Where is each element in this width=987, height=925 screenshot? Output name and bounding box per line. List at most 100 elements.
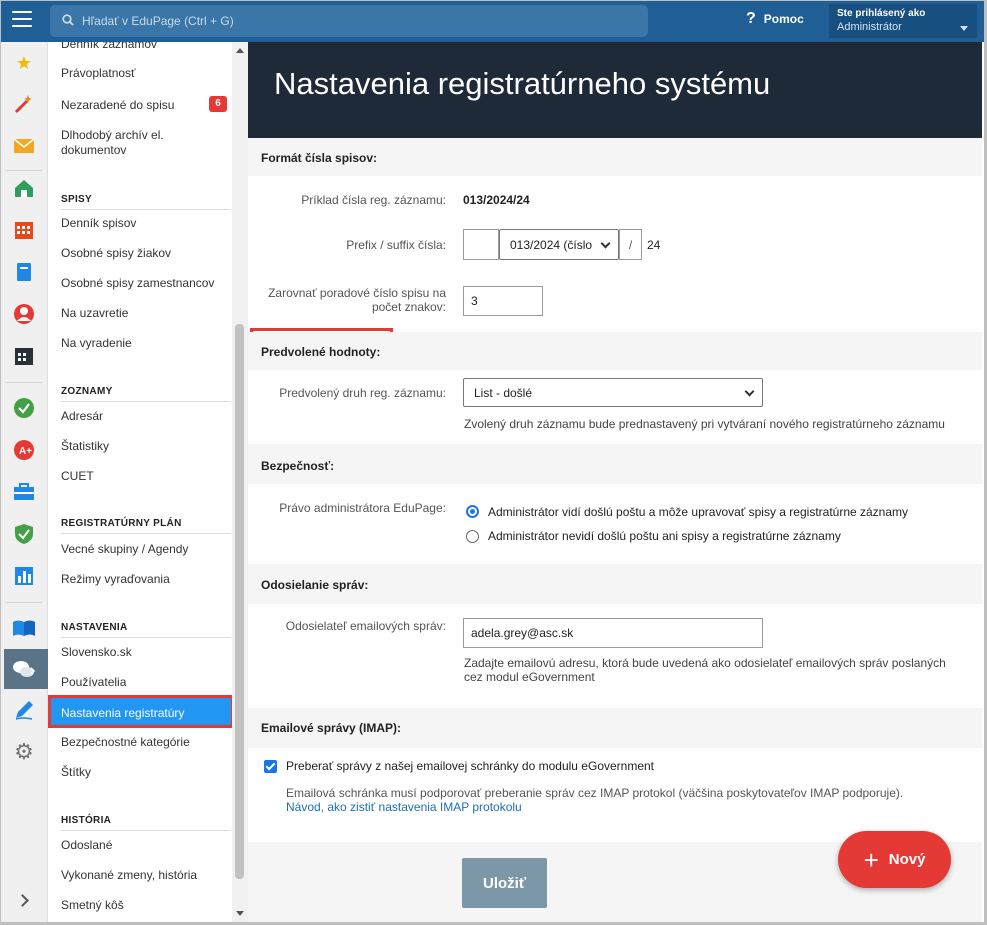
bar-chart-icon[interactable] — [12, 564, 36, 588]
mail-icon[interactable] — [12, 134, 36, 158]
section-sending: Odosielanie správ: — [248, 564, 982, 604]
panel-security: Právo administrátora EduPage: Administrá… — [248, 484, 982, 564]
sidebar-item-label: Nastavenia registratúry — [61, 706, 185, 720]
sidebar-item-pravoplatnost[interactable]: Právoplatnosť — [61, 66, 231, 81]
imap-help-link[interactable]: Návod, ako zistiť nastavenia IMAP protok… — [286, 800, 522, 814]
chat-icon[interactable] — [12, 658, 36, 682]
sidebar-item[interactable]: Na vyradenie — [61, 336, 231, 351]
gear-icon[interactable]: ⚙ — [12, 739, 36, 764]
sidebar-item[interactable]: Na uzavretie — [61, 306, 231, 321]
icon-rail: ★ A+ ⚙ — [0, 42, 48, 925]
help-button[interactable]: ? Pomoc — [746, 10, 804, 28]
sidebar-item[interactable]: Vykonané zmeny, história — [61, 868, 231, 883]
calendar-icon[interactable] — [12, 218, 36, 242]
grade-icon[interactable]: A+ — [12, 438, 36, 462]
shield-icon[interactable] — [12, 522, 36, 546]
section-heading-spisy: SPISY — [61, 194, 231, 210]
section-heading-plan: REGISTRATÚRNY PLÁN — [61, 518, 231, 534]
section-imap: Emailové správy (IMAP): — [248, 708, 982, 748]
default-type-select[interactable]: List - došlé — [463, 378, 763, 407]
number-format-select[interactable]: 013/2024 (číslo — [499, 229, 619, 260]
section-heading-zoznamy: ZOZNAMY — [61, 386, 231, 402]
prefix-input[interactable] — [463, 229, 499, 260]
section-title: Bezpečnosť: — [261, 459, 335, 473]
sidebar-item-nastavenia-registratury[interactable]: Nastavenia registratúry — [48, 695, 234, 728]
sidebar-item-archiv[interactable]: Dlhodobý archív el. dokumentov — [61, 128, 231, 158]
digit-count-input[interactable]: 3 — [463, 286, 543, 316]
sidebar-item[interactable]: Bezpečnostné kategórie — [61, 735, 231, 750]
sidebar-item[interactable]: Denník spisov — [61, 216, 231, 231]
sidebar-item[interactable]: Osobné spisy žiakov — [61, 246, 231, 261]
sidebar-item[interactable]: Slovensko.sk — [61, 645, 231, 660]
magic-wand-icon[interactable] — [12, 92, 36, 116]
pen-icon[interactable] — [12, 698, 36, 722]
select-value: List - došlé — [474, 385, 533, 400]
chevron-down-icon — [744, 386, 755, 396]
svg-text:A+: A+ — [19, 446, 32, 457]
radio-admin-denied[interactable] — [466, 530, 479, 543]
sidebar-item[interactable]: Režimy vyraďovania — [61, 572, 231, 587]
field-label: Prefix / suffix čísla: — [346, 238, 446, 252]
briefcase-icon[interactable] — [12, 480, 36, 504]
new-button[interactable]: + Nový — [838, 831, 951, 888]
field-label: Právo administrátora EduPage: — [279, 501, 446, 515]
suffix-value: 24 — [647, 238, 661, 252]
sender-email-input[interactable]: adela.grey@asc.sk — [463, 618, 763, 648]
open-book-icon[interactable] — [12, 616, 36, 640]
sidebar-item[interactable]: Smetný kôš — [61, 898, 231, 913]
field-label: Odosielateľ emailových správ: — [285, 619, 446, 633]
sidebar-item-nezaradene[interactable]: Nezaradené do spisu — [61, 98, 231, 113]
timetable-icon[interactable] — [12, 344, 36, 368]
user-menu[interactable]: Ste prihlásený ako Administrátor — [829, 4, 977, 38]
search-input[interactable] — [82, 5, 632, 37]
sidebar-item[interactable]: Odoslané — [61, 838, 231, 853]
section-title: Emailové správy (IMAP): — [261, 721, 402, 735]
field-label: Predvolený druh reg. záznamu: — [279, 386, 446, 400]
sidebar-scrollbar[interactable] — [232, 42, 248, 925]
section-defaults: Predvolené hodnoty: — [248, 332, 982, 370]
scroll-thumb[interactable] — [235, 324, 244, 879]
chevron-right-icon[interactable] — [16, 894, 29, 907]
notebook-icon[interactable] — [12, 260, 36, 284]
sidebar-item[interactable]: Adresár — [61, 409, 231, 424]
section-security: Bezpečnosť: — [248, 444, 982, 484]
section-title: Predvolené hodnoty: — [261, 345, 381, 359]
field-label: počet znakov: — [371, 300, 446, 314]
sidebar-item[interactable]: Osobné spisy zamestnancov — [61, 276, 231, 291]
page-title: Nastavenia registratúrneho systému — [274, 66, 771, 101]
imap-note: Emailová schránka musí podporovať preber… — [286, 786, 904, 800]
sidebar-item[interactable]: Používatelia — [61, 675, 231, 690]
home-icon[interactable] — [12, 176, 36, 200]
plus-icon: + — [863, 844, 879, 875]
person-icon[interactable] — [12, 302, 36, 326]
page-header: Nastavenia registratúrneho systému — [248, 42, 982, 138]
sidebar-item[interactable]: CUET — [61, 469, 231, 484]
sidebar-item-dennik-zaznamov[interactable]: Denník záznamov — [61, 42, 231, 52]
menu-icon[interactable] — [12, 11, 32, 27]
chevron-down-icon — [960, 26, 968, 31]
scroll-down-icon[interactable] — [236, 911, 244, 916]
user-role: Administrátor — [837, 21, 902, 33]
section-format: Formát čísla spisov: — [248, 138, 982, 176]
new-button-label: Nový — [888, 851, 926, 868]
field-label: Príklad čísla reg. záznamu: — [301, 193, 446, 207]
scroll-up-icon[interactable] — [236, 48, 244, 53]
panel-sending: Odosielateľ emailových správ: adela.grey… — [248, 604, 982, 708]
sidebar-item[interactable]: Vecné skupiny / Agendy — [61, 542, 231, 557]
radio-admin-allowed[interactable] — [466, 505, 479, 518]
separator-slash: / — [619, 229, 642, 260]
check-circle-icon[interactable] — [12, 396, 36, 420]
save-button[interactable]: Uložiť — [462, 858, 547, 908]
user-line1: Ste prihlásený ako — [837, 8, 926, 19]
section-heading-historia: HISTÓRIA — [61, 815, 231, 831]
star-icon[interactable]: ★ — [12, 51, 36, 75]
field-hint: cez modul eGovernment — [464, 670, 595, 684]
sidebar-item[interactable]: Štatistiky — [61, 439, 231, 454]
sidebar-item[interactable]: Štítky — [61, 765, 231, 780]
search-box[interactable] — [50, 5, 648, 37]
radio-label: Administrátor nevidí došlú poštu ani spi… — [488, 529, 841, 543]
example-number: 013/2024/24 — [463, 193, 530, 207]
panel-format: Príklad čísla reg. záznamu: 013/2024/24 … — [248, 176, 982, 332]
imap-checkbox[interactable] — [264, 760, 277, 773]
sidebar-nav: Denník záznamov Právoplatnosť Nezaradené… — [48, 42, 248, 925]
